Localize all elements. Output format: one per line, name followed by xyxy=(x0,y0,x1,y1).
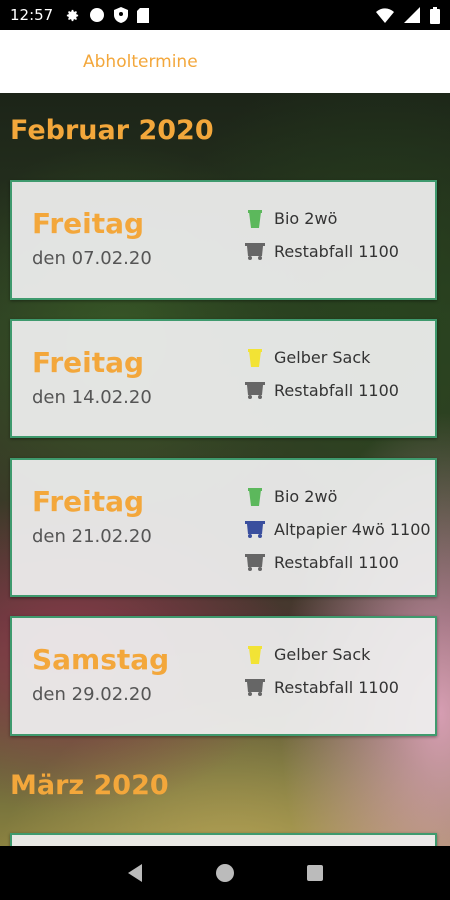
pickup-card[interactable]: Freitag den 14.02.20 Gelber Sack Restabf… xyxy=(10,319,437,438)
rest-bin-icon xyxy=(244,381,266,401)
bio-bin-icon xyxy=(244,487,266,507)
rest-bin-icon xyxy=(244,553,266,573)
pickup-date: den 21.02.20 xyxy=(32,526,152,547)
yellow-bag-icon xyxy=(244,645,266,665)
settings-gear-icon xyxy=(65,8,80,23)
pickup-card[interactable]: Freitag den 21.02.20 Bio 2wö Altpapier 4… xyxy=(10,458,437,597)
waste-item: Bio 2wö xyxy=(244,202,399,235)
month-header: Februar 2020 xyxy=(10,115,214,146)
pickup-date: den 14.02.20 xyxy=(32,387,152,408)
waste-item: Bio 2wö xyxy=(244,480,431,513)
signal-icon xyxy=(404,7,420,23)
pickup-card[interactable]: Samstag den 29.02.20 Gelber Sack Restabf… xyxy=(10,616,437,736)
navigation-bar xyxy=(0,846,450,900)
waste-item: Gelber Sack xyxy=(244,341,399,374)
pickup-card[interactable]: Freitag den 07.02.20 Bio 2wö Restabfall … xyxy=(10,180,437,300)
waste-item: Restabfall 1100 xyxy=(244,374,399,407)
waste-item: Altpapier 4wö 1100 xyxy=(244,513,431,546)
status-bar: 12:57 xyxy=(0,0,450,30)
home-icon[interactable] xyxy=(205,853,245,893)
pickup-day: Freitag xyxy=(32,207,145,240)
waste-item: Gelber Sack xyxy=(244,638,399,671)
pickup-date: den 29.02.20 xyxy=(32,684,152,705)
status-time: 12:57 xyxy=(10,6,54,24)
month-header: März 2020 xyxy=(10,770,169,801)
waste-item: Restabfall 1100 xyxy=(244,235,399,268)
recents-icon[interactable] xyxy=(295,853,335,893)
app-bar: Abholtermine xyxy=(0,30,450,93)
sim-card-icon xyxy=(137,7,150,23)
pickup-day: Freitag xyxy=(32,485,145,518)
pickup-date: den 07.02.20 xyxy=(32,248,152,269)
pickup-card[interactable] xyxy=(10,833,437,846)
wifi-icon xyxy=(376,7,394,23)
circle-dot-icon xyxy=(89,7,105,23)
waste-item: Restabfall 1100 xyxy=(244,671,399,704)
bio-bin-icon xyxy=(244,209,266,229)
page-title: Abholtermine xyxy=(83,51,198,72)
pickup-day: Samstag xyxy=(32,643,170,676)
shield-icon xyxy=(114,7,129,23)
rest-bin-icon xyxy=(244,678,266,698)
yellow-bag-icon xyxy=(244,348,266,368)
paper-bin-icon xyxy=(244,520,266,540)
schedule-list[interactable]: Februar 2020 Freitag den 07.02.20 Bio 2w… xyxy=(0,93,450,846)
battery-icon xyxy=(430,6,440,24)
rest-bin-icon xyxy=(244,242,266,262)
waste-item: Restabfall 1100 xyxy=(244,546,431,579)
back-icon[interactable] xyxy=(115,853,155,893)
pickup-day: Freitag xyxy=(32,346,145,379)
